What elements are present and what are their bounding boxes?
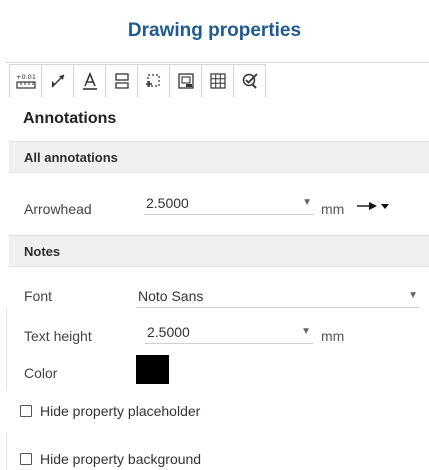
sheet-frame-icon: [177, 73, 194, 89]
hide-background-checkbox[interactable]: Hide property background: [20, 451, 201, 467]
dimension-arrow-icon: [51, 74, 64, 88]
arrowhead-unit: mm: [321, 201, 345, 217]
tab-grid[interactable]: [202, 65, 234, 98]
font-label: Font: [24, 288, 53, 304]
text-height-value: 2.5000: [147, 323, 190, 340]
hide-placeholder-checkbox[interactable]: Hide property placeholder: [20, 403, 200, 419]
color-swatch[interactable]: [136, 355, 169, 384]
arrowhead-value: 2.5000: [146, 194, 189, 211]
left-gutter-line: [6, 308, 7, 390]
notes-header: Notes: [9, 235, 429, 267]
view-region-icon: [145, 74, 160, 87]
hide-background-label: Hide property background: [40, 451, 202, 467]
grid-icon: [209, 73, 226, 89]
checkbox-box: [20, 405, 32, 417]
svg-text:+0.01: +0.01: [16, 73, 36, 81]
color-label: Color: [24, 365, 58, 381]
title-divider: [6, 62, 429, 63]
font-value: Noto Sans: [138, 287, 204, 304]
tab-sheet-frame[interactable]: [170, 65, 202, 98]
text-annotation-icon: [82, 71, 97, 90]
arrowhead-style-dropdown[interactable]: [355, 199, 393, 218]
tab-dimension[interactable]: [42, 65, 74, 98]
panel-title: Drawing properties: [0, 0, 429, 62]
table-format-icon: [114, 73, 129, 89]
arrowhead-size-dropdown[interactable]: 2.5000 ▼: [144, 191, 314, 215]
checkbox-box: [20, 453, 32, 465]
text-height-unit: mm: [321, 328, 345, 344]
font-dropdown[interactable]: Noto Sans ▼: [136, 284, 420, 308]
panel-heading: Annotations: [9, 97, 429, 141]
tab-annotations[interactable]: [74, 65, 106, 98]
left-gutter-line: [6, 432, 7, 470]
tab-tolerance[interactable]: +0.01: [10, 65, 42, 98]
arrowhead-label: Arrowhead: [24, 201, 92, 217]
hide-placeholder-label: Hide property placeholder: [40, 403, 201, 419]
all-annotations-header: All annotations: [9, 141, 429, 173]
property-tabs: +0.01: [9, 64, 266, 98]
check-tool-icon: [242, 73, 258, 89]
arrowhead-style-icon: [357, 202, 389, 210]
chevron-down-icon: ▼: [408, 290, 418, 301]
tab-view-region[interactable]: [138, 65, 170, 98]
tab-table-format[interactable]: [106, 65, 138, 98]
tolerance-icon: +0.01: [16, 73, 36, 89]
text-height-dropdown[interactable]: 2.5000 ▼: [145, 320, 313, 344]
annotations-panel: Annotations All annotations Arrowhead 2.…: [9, 97, 429, 470]
text-height-label: Text height: [24, 328, 92, 344]
chevron-down-icon: ▼: [302, 197, 312, 208]
chevron-down-icon: ▼: [301, 326, 311, 337]
tab-check[interactable]: [234, 65, 266, 98]
